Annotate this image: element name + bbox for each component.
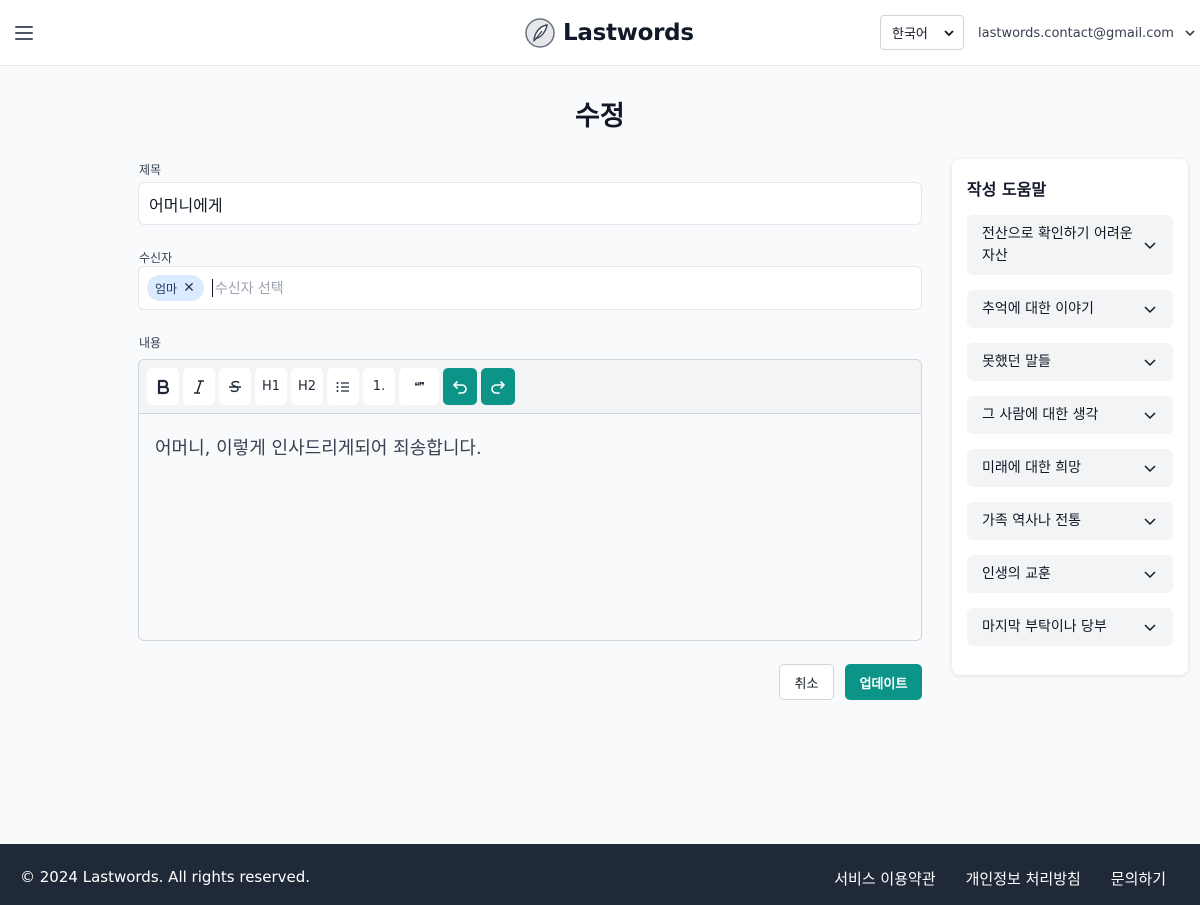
site-footer: © 2024 Lastwords. All rights reserved. 서… — [0, 844, 1200, 905]
language-select[interactable]: 한국어 — [880, 15, 964, 50]
blockquote-button[interactable]: ❝❞ — [399, 368, 439, 405]
brand-name: Lastwords — [563, 20, 694, 46]
bold-icon — [157, 379, 170, 394]
page-title: 수정 — [575, 101, 625, 132]
chevron-down-icon — [1144, 624, 1156, 632]
bullet-list-icon — [336, 381, 349, 392]
chevron-down-icon — [1144, 571, 1156, 579]
recipient-chip-label: 엄마 — [155, 281, 178, 296]
bullet-list-button[interactable] — [327, 368, 359, 405]
hamburger-menu-icon[interactable] — [12, 21, 36, 45]
privacy-link[interactable]: 개인정보 처리방침 — [966, 868, 1081, 889]
chevron-down-icon — [1144, 242, 1156, 250]
help-item-unsaid-words[interactable]: 못했던 말들 — [967, 343, 1173, 381]
editor-toolbar: H1 H2 1. ❝❞ — [139, 360, 921, 414]
top-header: Lastwords 한국어 lastwords.contact@gmail.co… — [0, 0, 1200, 66]
account-email: lastwords.contact@gmail.com — [978, 25, 1174, 41]
recipient-chip: 엄마 ✕ — [147, 275, 204, 301]
help-item-last-requests[interactable]: 마지막 부탁이나 당부 — [967, 608, 1173, 646]
redo-icon — [491, 380, 505, 394]
content-label: 내용 — [139, 336, 162, 350]
brand-logo-link[interactable]: Lastwords — [525, 17, 694, 49]
help-item-future-hopes[interactable]: 미래에 대한 희망 — [967, 449, 1173, 487]
writing-help-panel: 작성 도움말 전산으로 확인하기 어려운 자산 추억에 대한 이야기 못했던 말… — [952, 159, 1188, 675]
chevron-down-icon — [1144, 306, 1156, 314]
contact-link[interactable]: 문의하기 — [1111, 868, 1166, 889]
bold-button[interactable] — [147, 368, 179, 405]
undo-icon — [453, 380, 467, 394]
undo-button[interactable] — [443, 368, 477, 405]
help-panel-title: 작성 도움말 — [967, 180, 1047, 199]
help-item-family-history[interactable]: 가족 역사나 전통 — [967, 502, 1173, 540]
help-item-label: 그 사람에 대한 생각 — [982, 407, 1099, 423]
help-item-label: 인생의 교훈 — [982, 566, 1051, 582]
help-item-label: 미래에 대한 희망 — [982, 460, 1082, 476]
help-item-assets[interactable]: 전산으로 확인하기 어려운 자산 — [967, 215, 1173, 275]
help-item-label: 추억에 대한 이야기 — [982, 301, 1094, 317]
terms-link[interactable]: 서비스 이용약관 — [834, 868, 935, 889]
redo-button[interactable] — [481, 368, 515, 405]
feather-logo-icon — [525, 18, 555, 48]
account-menu[interactable]: lastwords.contact@gmail.com — [978, 22, 1196, 44]
help-item-memories[interactable]: 추억에 대한 이야기 — [967, 290, 1173, 328]
ordered-list-button[interactable]: 1. — [363, 368, 395, 405]
update-button[interactable]: 업데이트 — [845, 664, 922, 700]
recipient-search-input[interactable]: 수신자 선택 — [211, 279, 284, 297]
italic-button[interactable] — [183, 368, 215, 405]
recipient-select[interactable]: 엄마 ✕ 수신자 선택 — [138, 266, 922, 310]
editor-content-area[interactable]: 어머니, 이렇게 인사드리게되어 죄송합니다. — [139, 414, 921, 480]
heading2-button[interactable]: H2 — [291, 368, 323, 405]
chevron-down-icon — [1144, 465, 1156, 473]
title-label: 제목 — [139, 163, 162, 177]
help-item-label: 못했던 말들 — [982, 354, 1051, 370]
help-item-label: 가족 역사나 전통 — [982, 513, 1082, 529]
strikethrough-icon — [229, 380, 241, 392]
heading1-button[interactable]: H1 — [255, 368, 287, 405]
content-editor: H1 H2 1. ❝❞ 어머니, 이렇게 인사드리게되어 죄송합니다. — [138, 359, 922, 641]
chevron-down-icon — [1144, 518, 1156, 526]
cancel-button[interactable]: 취소 — [779, 664, 834, 700]
strikethrough-button[interactable] — [219, 368, 251, 405]
recipient-label: 수신자 — [139, 251, 173, 265]
help-item-label: 전산으로 확인하기 어려운 자산 — [982, 226, 1133, 264]
language-select-value: 한국어 — [892, 27, 928, 42]
help-item-label: 마지막 부탁이나 당부 — [982, 619, 1107, 635]
title-input[interactable]: 어머니에게 — [138, 182, 922, 225]
chevron-down-icon — [1144, 359, 1156, 367]
italic-icon — [194, 379, 204, 394]
help-item-life-lessons[interactable]: 인생의 교훈 — [967, 555, 1173, 593]
footer-links: 서비스 이용약관 개인정보 처리방침 문의하기 — [834, 868, 1166, 889]
copyright-text: © 2024 Lastwords. All rights reserved. — [20, 868, 311, 886]
chevron-down-icon — [1185, 30, 1195, 37]
remove-recipient-icon[interactable]: ✕ — [183, 281, 195, 295]
chevron-down-icon — [944, 29, 954, 36]
help-item-thoughts[interactable]: 그 사람에 대한 생각 — [967, 396, 1173, 434]
chevron-down-icon — [1144, 412, 1156, 420]
